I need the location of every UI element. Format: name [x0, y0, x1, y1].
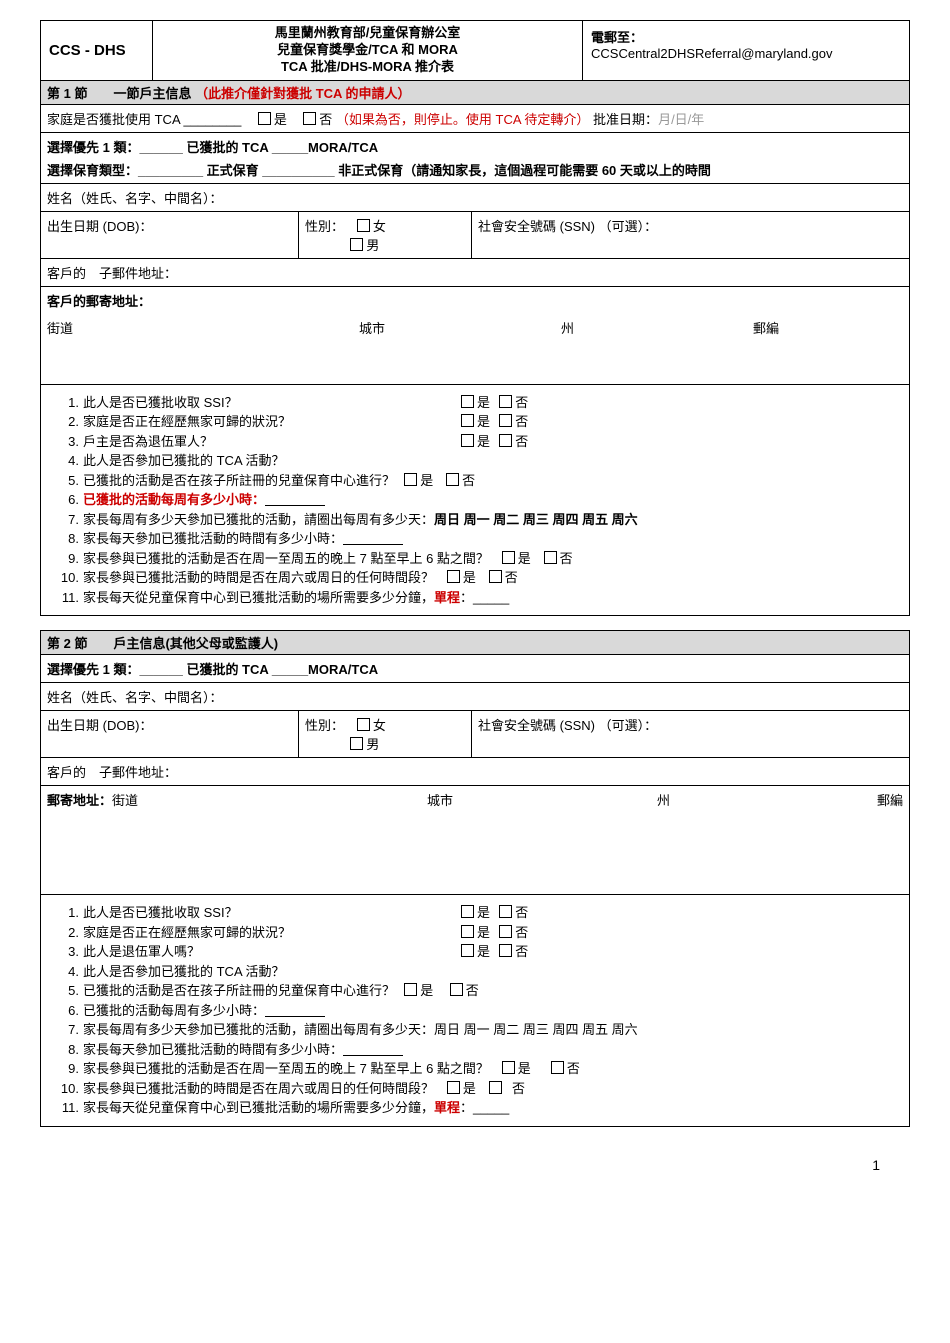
form-title: 馬里蘭州教育部/兒童保育辦公室 兒童保育獎學金/TCA 和 MORA TCA 批… — [153, 21, 583, 80]
form-header: CCS - DHS 馬里蘭州教育部/兒童保育辦公室 兒童保育獎學金/TCA 和 … — [41, 21, 909, 81]
q9-no[interactable] — [544, 551, 557, 564]
s2-q9-no[interactable] — [551, 1061, 564, 1074]
s2-q1-no[interactable] — [499, 905, 512, 918]
s2-q6-hours[interactable] — [265, 1016, 325, 1017]
q10-yes[interactable] — [447, 570, 460, 583]
q6-hours[interactable] — [265, 505, 325, 506]
gender-female-checkbox[interactable] — [357, 219, 370, 232]
dob-field[interactable]: 出生日期 (DOB)： — [41, 212, 298, 258]
s2-q10-yes[interactable] — [447, 1081, 460, 1094]
mail-addr-fields[interactable]: 街道 城市 州 郵編 — [41, 314, 909, 384]
s2-name-row[interactable]: 姓名（姓氏、名字、中間名）： — [41, 683, 909, 711]
s2-q3-yes[interactable] — [461, 944, 474, 957]
addr-zip[interactable]: 郵編 — [747, 314, 909, 384]
gender-field: 性別： 女 男 — [298, 212, 471, 258]
customer-email-row[interactable]: 客戶的 子郵件地址： — [41, 259, 909, 287]
q9-yes[interactable] — [502, 551, 515, 564]
section-1-title: 第 1 節 一節戶主信息 （此推介僅針對獲批 TCA 的申請人） — [41, 81, 909, 105]
s2-q8-hours[interactable] — [343, 1055, 403, 1056]
mail-addr-label: 客戶的郵寄地址： — [41, 287, 909, 314]
email-address: CCSCentral2DHSReferral@maryland.gov — [591, 46, 901, 61]
q5-no[interactable] — [446, 473, 459, 486]
s2-ssn-field[interactable]: 社會安全號碼 (SSN) （可選）： — [471, 711, 909, 757]
q3-no[interactable] — [499, 434, 512, 447]
q1-yes[interactable] — [461, 395, 474, 408]
addr-street[interactable]: 街道 — [41, 314, 353, 384]
email-to: 電郵至： CCSCentral2DHSReferral@maryland.gov — [583, 21, 909, 80]
q2-yes[interactable] — [461, 414, 474, 427]
s2-q5-yes[interactable] — [404, 983, 417, 996]
s2-q3-no[interactable] — [499, 944, 512, 957]
s2-mail-addr-row[interactable]: 郵寄地址：街道 城市 州 郵編 — [41, 786, 909, 895]
s2-addr-state[interactable]: 州 — [657, 790, 837, 890]
s2-q1-yes[interactable] — [461, 905, 474, 918]
agency-label: CCS - DHS — [41, 21, 153, 80]
s2-q2-yes[interactable] — [461, 925, 474, 938]
s2-gender-field: 性別： 女 男 — [298, 711, 471, 757]
s2-q2-no[interactable] — [499, 925, 512, 938]
s2-priority-row[interactable]: 選擇優先 1 類：______ 已獲批的 TCA _____MORA/TCA — [41, 655, 909, 683]
priority-row[interactable]: 選擇優先 1 類：______ 已獲批的 TCA _____MORA/TCA — [41, 133, 909, 156]
s2-q9-yes[interactable] — [502, 1061, 515, 1074]
dob-gender-ssn-row: 出生日期 (DOB)： 性別： 女 男 社會安全號碼 (SSN) （可選）： — [41, 212, 909, 259]
q1-no[interactable] — [499, 395, 512, 408]
care-type-row[interactable]: 選擇保育類型：_________ 正式保育 __________ 非正式保育（請… — [41, 156, 909, 184]
section-2-title: 第 2 節 戶主信息(其他父母或監護人) — [41, 631, 909, 655]
q2-no[interactable] — [499, 414, 512, 427]
s2-gender-female-checkbox[interactable] — [357, 718, 370, 731]
s2-addr-zip[interactable]: 郵編 — [837, 790, 903, 890]
name-row[interactable]: 姓名（姓氏、名字、中間名）： — [41, 184, 909, 212]
s2-dob-field[interactable]: 出生日期 (DOB)： — [41, 711, 298, 757]
s2-q5-no[interactable] — [450, 983, 463, 996]
addr-state[interactable]: 州 — [555, 314, 747, 384]
ssn-field[interactable]: 社會安全號碼 (SSN) （可選）： — [471, 212, 909, 258]
q8-hours[interactable] — [343, 544, 403, 545]
q5-yes[interactable] — [404, 473, 417, 486]
addr-city[interactable]: 城市 — [353, 314, 555, 384]
q10-no[interactable] — [489, 570, 502, 583]
s2-gender-male-checkbox[interactable] — [350, 737, 363, 750]
tca-no-checkbox[interactable] — [303, 112, 316, 125]
tca-approved-row: 家庭是否獲批使用 TCA ________ 是 否 （如果為否，則停止。使用 T… — [41, 105, 909, 133]
s2-dob-gender-ssn-row: 出生日期 (DOB)： 性別： 女 男 社會安全號碼 (SSN) （可選）： — [41, 711, 909, 758]
page-number: 1 — [40, 1127, 910, 1173]
tca-yes-checkbox[interactable] — [258, 112, 271, 125]
gender-male-checkbox[interactable] — [350, 238, 363, 251]
section-1-questions: 1.此人是否已獲批收取 SSI？是 否 2.家庭是否正在經歷無家可歸的狀況？是 … — [41, 385, 909, 616]
section-2-questions: 1.此人是否已獲批收取 SSI？是 否 2.家庭是否正在經歷無家可歸的狀況？是 … — [41, 895, 909, 1126]
s2-q10-no[interactable] — [489, 1081, 502, 1094]
q3-yes[interactable] — [461, 434, 474, 447]
s2-addr-city[interactable]: 城市 — [427, 790, 657, 890]
s2-customer-email-row[interactable]: 客戶的 子郵件地址： — [41, 758, 909, 786]
